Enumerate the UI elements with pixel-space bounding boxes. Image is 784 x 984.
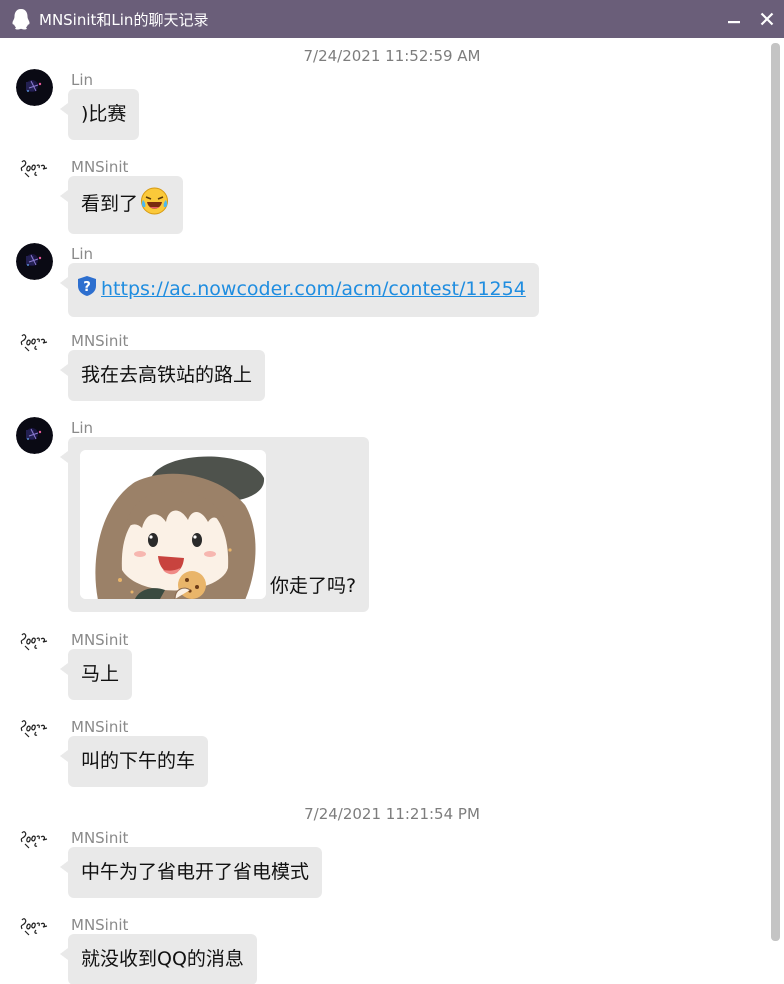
window-title: MNSinit和Lin的聊天记录	[39, 10, 209, 29]
avatar-mnsinit[interactable]	[16, 629, 53, 666]
avatar-mnsinit[interactable]	[16, 914, 53, 951]
timestamp: 7/24/2021 11:21:54 PM	[304, 805, 480, 823]
sender-name: Lin	[71, 419, 94, 437]
message-bubble[interactable]: 马上	[59, 649, 133, 700]
message-text: 看到了	[81, 193, 139, 215]
sender-name: MNSinit	[71, 631, 129, 649]
grinning-tears-emoji-icon	[139, 186, 170, 223]
message-text: 中午为了省电开了省电模式	[81, 861, 310, 883]
message-text: 马上	[81, 663, 120, 685]
message-bubble[interactable]: 看到了	[59, 176, 184, 234]
contest-link[interactable]: https://ac.nowcoder.com/acm/contest/1125…	[101, 278, 526, 300]
message-text: 我在去高铁站的路上	[81, 364, 253, 386]
sender-name: Lin	[71, 245, 94, 263]
minimize-button[interactable]	[722, 7, 746, 31]
message-text: 就没收到QQ的消息	[81, 948, 244, 970]
scrollbar-thumb[interactable]	[771, 43, 780, 941]
message-bubble[interactable]: 就没收到QQ的消息	[60, 934, 257, 984]
avatar-mnsinit[interactable]	[16, 716, 53, 753]
svg-text:?: ?	[83, 280, 91, 295]
message-text: 你走了吗?	[270, 575, 357, 597]
timestamp: 7/24/2021 11:52:59 AM	[303, 47, 481, 65]
avatar-lin[interactable]	[16, 417, 53, 454]
avatar-mnsinit[interactable]	[16, 156, 53, 193]
message-bubble[interactable]: 我在去高铁站的路上	[59, 350, 266, 401]
message-text: )比赛	[81, 103, 127, 125]
message-bubble[interactable]: )比赛	[59, 89, 140, 140]
minimize-icon	[728, 21, 740, 24]
close-button[interactable]	[755, 7, 779, 31]
avatar-lin[interactable]	[16, 69, 53, 106]
message-bubble[interactable]: 你走了吗?	[59, 437, 370, 612]
qq-penguin-icon	[9, 7, 33, 31]
sender-name: MNSinit	[71, 718, 129, 736]
close-icon	[760, 12, 774, 26]
sender-name: MNSinit	[71, 829, 129, 847]
vertical-scrollbar[interactable]	[768, 38, 784, 984]
avatar-mnsinit[interactable]	[16, 827, 53, 864]
sender-name: MNSinit	[71, 158, 129, 176]
sender-name: Lin	[71, 71, 94, 89]
message-bubble[interactable]: 叫的下午的车	[59, 736, 209, 787]
shield-question-icon: ?	[76, 275, 98, 304]
anime-girl-eating-cookie-sticker[interactable]	[80, 450, 266, 599]
avatar-mnsinit[interactable]	[16, 330, 53, 367]
sender-name: MNSinit	[71, 916, 129, 934]
message-bubble[interactable]: ? https://ac.nowcoder.com/acm/contest/11…	[60, 263, 539, 317]
message-bubble[interactable]: 中午为了省电开了省电模式	[59, 847, 323, 898]
sender-name: MNSinit	[71, 332, 129, 350]
title-bar: MNSinit和Lin的聊天记录	[0, 0, 784, 38]
avatar-lin[interactable]	[16, 243, 53, 280]
chat-history[interactable]: 7/24/2021 11:52:59 AM Lin )比赛 MNSinit 看到…	[0, 38, 768, 984]
message-text: 叫的下午的车	[81, 750, 196, 772]
